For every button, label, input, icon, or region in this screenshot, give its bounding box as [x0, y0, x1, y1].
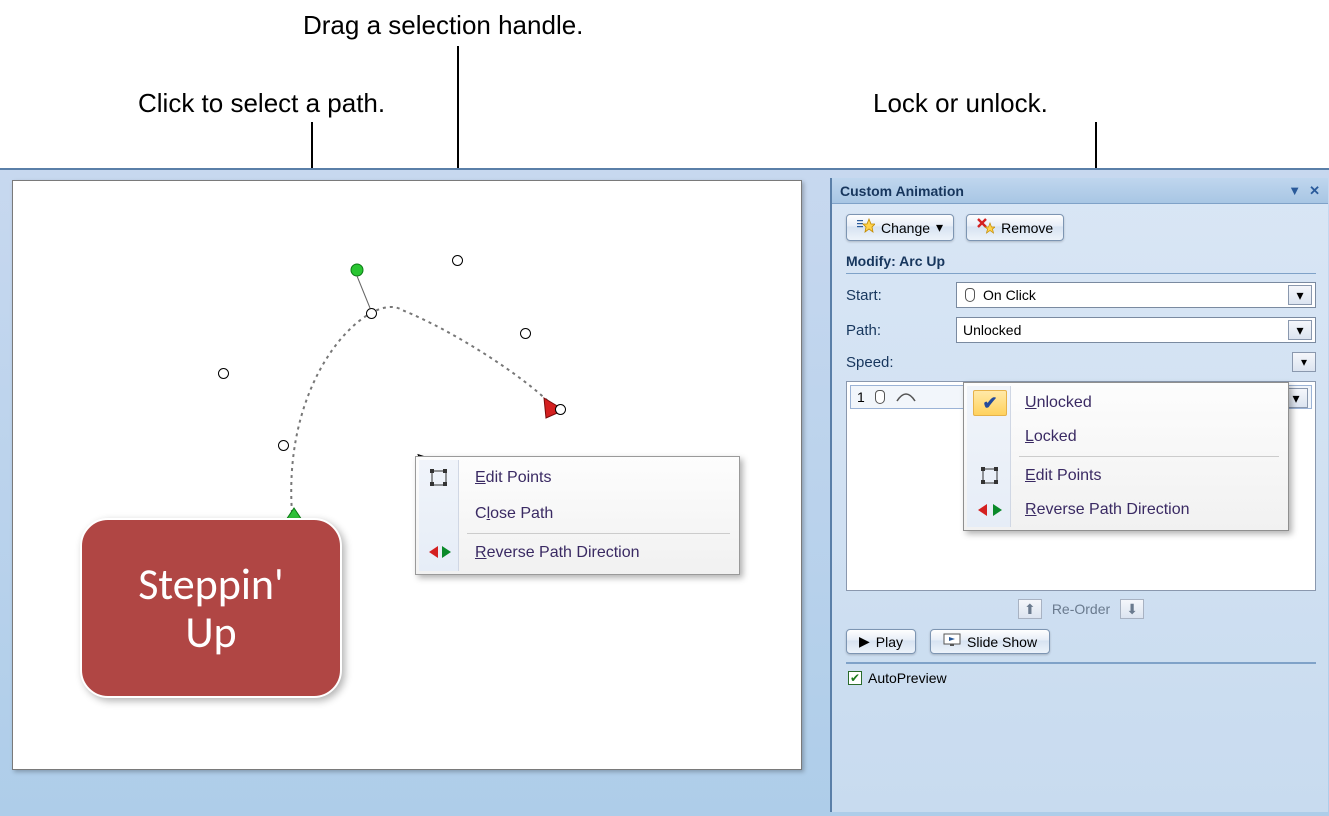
autopreview-label: AutoPreview — [868, 670, 947, 686]
autopreview-checkbox[interactable]: ✔ — [848, 671, 862, 685]
selection-handle[interactable] — [278, 440, 289, 451]
dd-item-reverse[interactable]: Reverse Path Direction — [967, 493, 1285, 527]
remove-button[interactable]: Remove — [966, 214, 1064, 241]
shape-text: Steppin' Up — [138, 560, 284, 657]
start-combo[interactable]: On Click ▾ — [956, 282, 1316, 308]
callout-lock-unlock: Lock or unlock. — [873, 88, 1048, 119]
change-button-label: Change — [881, 220, 930, 236]
remove-button-label: Remove — [1001, 220, 1053, 236]
ctx-item-reverse-path[interactable]: Reverse Path Direction — [419, 535, 736, 571]
remove-star-icon — [977, 218, 995, 237]
dd-locked-label: Locked — [1025, 428, 1077, 445]
change-button[interactable]: Change ▾ — [846, 214, 954, 241]
play-icon: ▶ — [859, 633, 870, 650]
edit-points-icon — [973, 463, 1007, 489]
modify-header: Modify: Arc Up — [846, 253, 1316, 274]
pane-close-icon[interactable]: ✕ — [1309, 183, 1320, 199]
chevron-down-icon[interactable]: ▾ — [1292, 352, 1316, 372]
ctx-item-close-path[interactable]: Close Path — [419, 496, 736, 532]
callout-drag-handle: Drag a selection handle. — [303, 10, 583, 41]
animated-shape[interactable]: Steppin' Up — [80, 518, 342, 698]
start-label: Start: — [846, 287, 956, 304]
start-value: On Click — [983, 287, 1036, 303]
change-star-icon — [857, 218, 875, 237]
path-context-menu: Edit Points Close Path Reverse Path Dire… — [415, 456, 740, 575]
ctx-item-edit-points[interactable]: Edit Points — [419, 460, 736, 496]
path-value: Unlocked — [963, 322, 1021, 338]
dd-reverse-label: Reverse Path Direction — [1025, 501, 1190, 518]
selection-handle[interactable] — [218, 368, 229, 379]
reorder-label: Re-Order — [1052, 601, 1110, 617]
reorder-down-button[interactable]: ⬇ — [1120, 599, 1144, 619]
ctx-separator — [467, 533, 730, 534]
dropdown-separator — [1019, 456, 1279, 457]
pane-menu-arrow-icon[interactable]: ▼ — [1288, 183, 1301, 199]
pane-title-bar: Custom Animation ▼ ✕ — [832, 178, 1328, 204]
reorder-row: ⬆ Re-Order ⬇ — [846, 599, 1316, 619]
pane-title: Custom Animation — [840, 183, 964, 199]
ctx-edit-points-label: Edit Points — [475, 469, 551, 486]
mouse-icon — [963, 288, 977, 302]
slideshow-button-label: Slide Show — [967, 634, 1037, 650]
dd-unlocked-label: Unlocked — [1025, 394, 1092, 411]
selection-handle[interactable] — [366, 308, 377, 319]
play-button-label: Play — [876, 634, 903, 650]
arc-icon — [895, 389, 917, 406]
path-label: Path: — [846, 322, 956, 339]
selection-handle[interactable] — [555, 404, 566, 415]
dd-edit-points-label: Edit Points — [1025, 467, 1101, 484]
reorder-up-button[interactable]: ⬆ — [1018, 599, 1042, 619]
selection-handle[interactable] — [520, 328, 531, 339]
check-icon: ✔ — [982, 393, 997, 414]
mouse-icon — [873, 390, 887, 404]
ctx-reverse-label: Reverse Path Direction — [475, 544, 640, 561]
dd-item-locked[interactable]: Locked — [967, 420, 1285, 454]
dd-item-edit-points[interactable]: Edit Points — [967, 459, 1285, 493]
chevron-down-icon: ▾ — [936, 219, 943, 236]
selection-handle[interactable] — [452, 255, 463, 266]
effect-index: 1 — [857, 389, 865, 405]
path-dropdown: ✔ Unlocked Locked Edit Points Reverse Pa… — [963, 382, 1289, 531]
edit-points-icon — [429, 468, 449, 488]
slideshow-icon — [943, 633, 961, 650]
play-button[interactable]: ▶ Play — [846, 629, 916, 654]
reverse-path-icon — [973, 497, 1007, 523]
reverse-path-icon — [429, 543, 449, 563]
ctx-close-path-label: Close Path — [475, 505, 553, 522]
chevron-down-icon[interactable]: ▾ — [1288, 320, 1312, 340]
chevron-down-icon[interactable]: ▾ — [1288, 285, 1312, 305]
path-combo[interactable]: Unlocked ▾ — [956, 317, 1316, 343]
speed-label: Speed: — [846, 354, 956, 371]
dd-item-unlocked[interactable]: ✔ Unlocked — [967, 386, 1285, 420]
callout-click-path: Click to select a path. — [138, 88, 385, 119]
slideshow-button[interactable]: Slide Show — [930, 629, 1050, 654]
